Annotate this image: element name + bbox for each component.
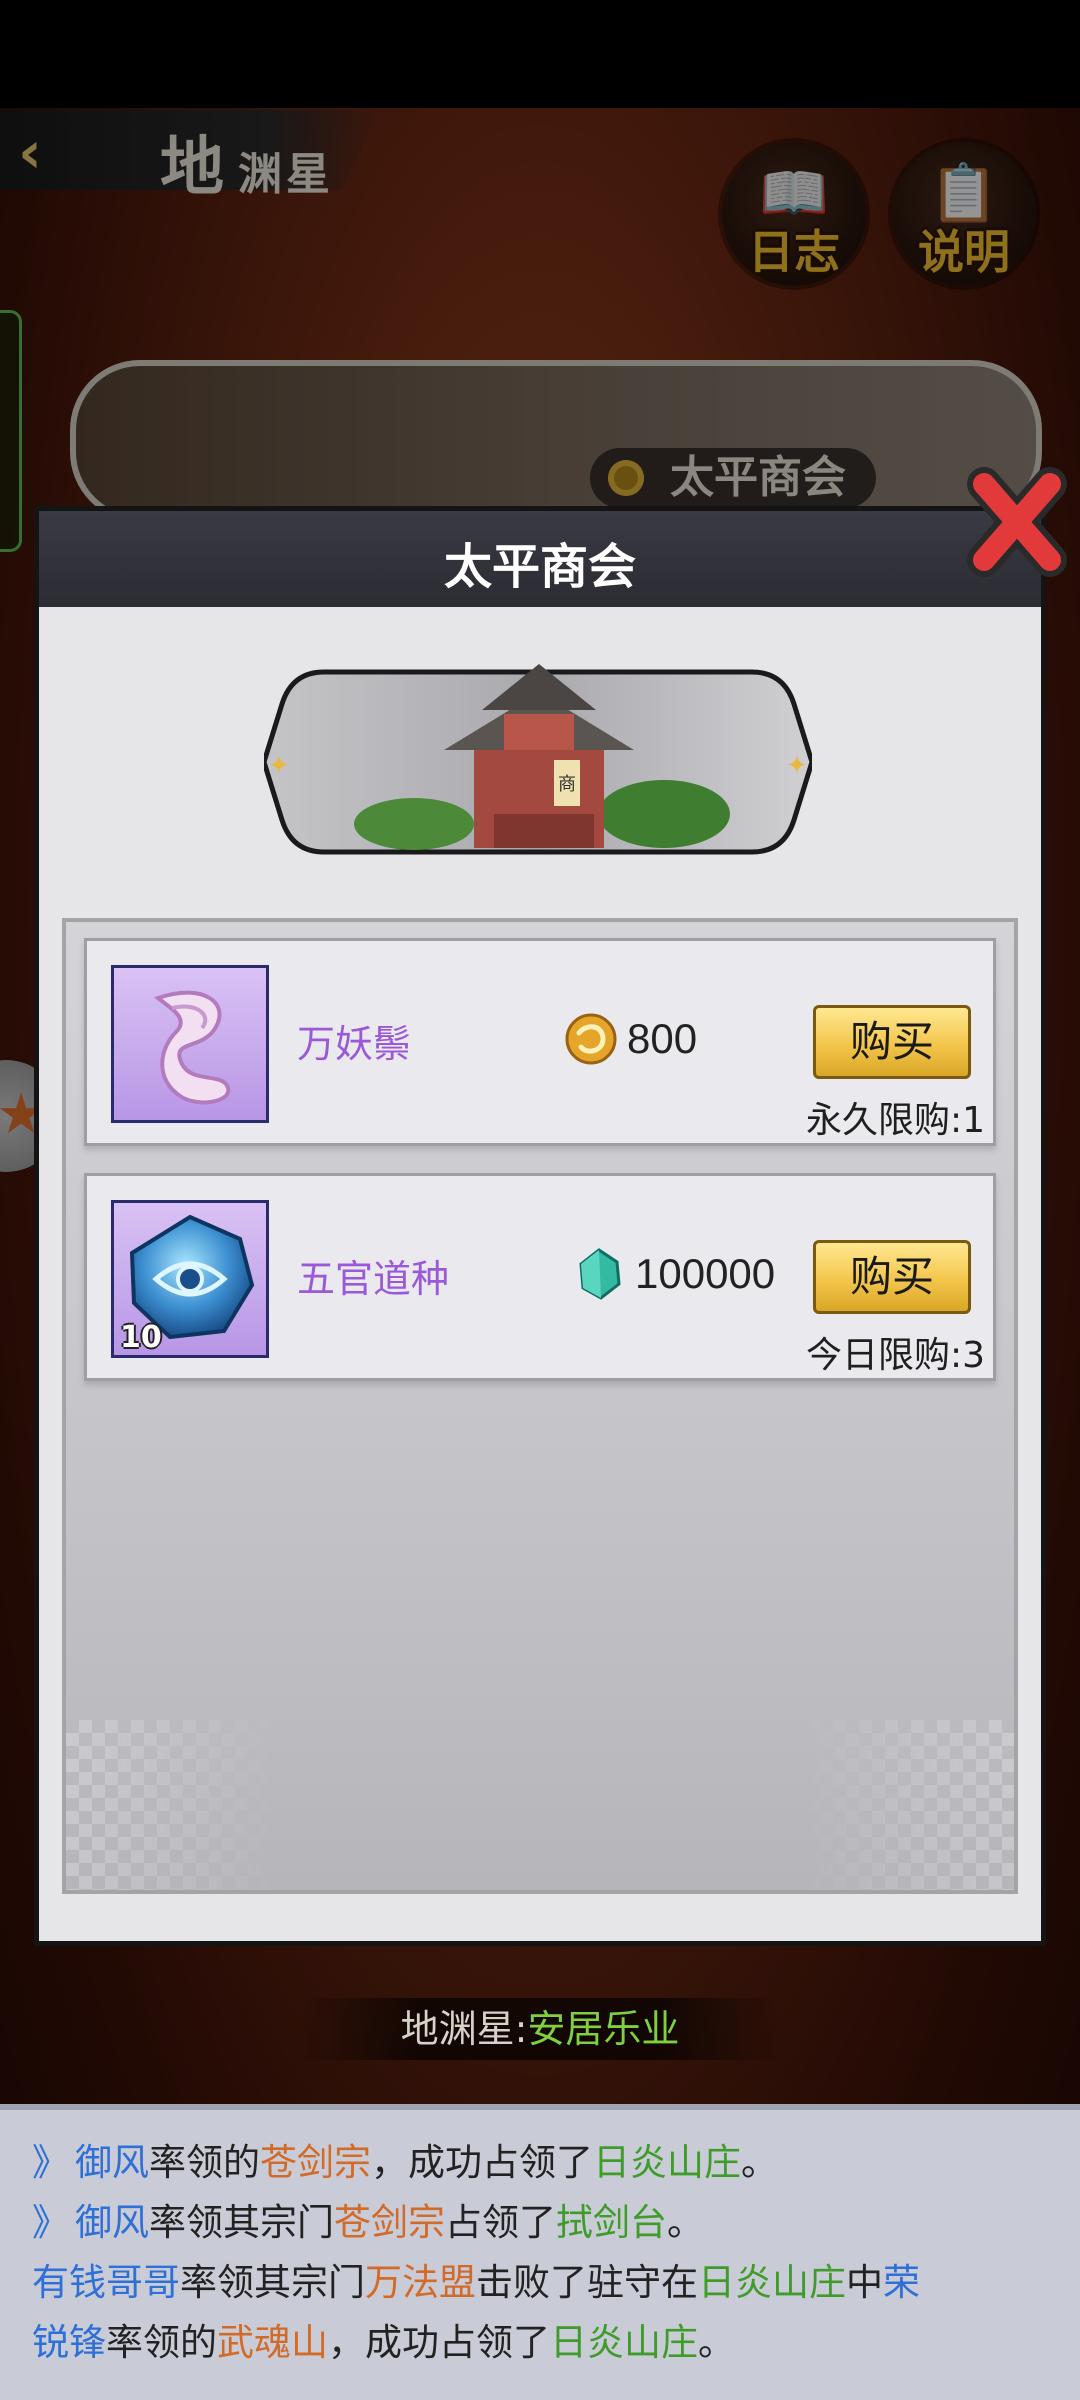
item-icon-slot[interactable] xyxy=(111,965,269,1123)
gold-coin-icon xyxy=(565,1013,617,1065)
log-text: 率领的 xyxy=(149,2141,260,2184)
log-text: 中 xyxy=(846,2261,883,2304)
log-text: 率领其宗门 xyxy=(180,2261,365,2304)
log-line: 有钱哥哥率领其宗门万法盟击败了驻守在日炎山庄中荣 xyxy=(32,2254,920,2312)
item-price-value: 800 xyxy=(627,1015,698,1062)
svg-text:✦: ✦ xyxy=(786,751,808,781)
log-text: ，成功占领了 xyxy=(328,2321,550,2364)
dialog-header: 太平商会 xyxy=(39,511,1041,607)
log-sect[interactable]: 万法盟 xyxy=(365,2261,476,2304)
log-name[interactable]: 锐锋 xyxy=(32,2321,106,2364)
close-x-icon xyxy=(967,467,1067,577)
svg-text:商: 商 xyxy=(558,774,576,795)
purchase-limit: 永久限购:1 xyxy=(805,1100,985,1141)
log-sect[interactable]: 苍剑宗 xyxy=(260,2141,371,2184)
log-line: 》御风率领其宗门苍剑宗占领了拭剑台。 xyxy=(32,2194,704,2252)
item-price-value: 100000 xyxy=(635,1250,776,1297)
log-place[interactable]: 日炎山庄 xyxy=(698,2261,846,2304)
log-text: ，成功占领了 xyxy=(371,2141,593,2184)
log-place[interactable]: 日炎山庄 xyxy=(593,2141,741,2184)
item-price: 800 xyxy=(563,1009,697,1069)
planet-status-prefix: 地渊星: xyxy=(400,2007,528,2051)
arrow-icon: 》 xyxy=(32,2141,69,2184)
log-name[interactable]: 荣 xyxy=(883,2261,920,2304)
item-icon-slot[interactable]: 10 xyxy=(111,1200,269,1358)
planet-status-value: 安居乐业 xyxy=(527,2007,680,2051)
log-line: 锐锋率领的武魂山，成功占领了日炎山庄。 xyxy=(32,2314,735,2372)
item-count: 10 xyxy=(120,1320,162,1355)
log-sect[interactable]: 苍剑宗 xyxy=(334,2201,445,2244)
log-text: 占领了 xyxy=(445,2201,556,2244)
log-text: 击败了驻守在 xyxy=(476,2261,698,2304)
log-text: 。 xyxy=(667,2201,704,2244)
event-log[interactable]: 》御风率领的苍剑宗，成功占领了日炎山庄。 》御风率领其宗门苍剑宗占领了拭剑台。 … xyxy=(0,2104,1080,2400)
log-line: 》御风率领的苍剑宗，成功占领了日炎山庄。 xyxy=(32,2134,778,2192)
shop-building-banner: ✦ ✦ 商 xyxy=(261,664,815,860)
item-price: 100000 xyxy=(571,1244,775,1304)
status-bar xyxy=(0,0,1080,108)
item-name: 五官道种 xyxy=(297,1257,450,1301)
planet-status: 地渊星:安居乐业 xyxy=(300,1998,780,2060)
log-name[interactable]: 御风 xyxy=(75,2201,149,2244)
purchase-limit: 今日限购:3 xyxy=(805,1335,985,1376)
log-place[interactable]: 拭剑台 xyxy=(556,2201,667,2244)
ribbon-mane-icon xyxy=(153,990,231,1105)
item-name: 万妖鬃 xyxy=(297,1022,412,1066)
shop-item-row: 万妖鬃 800 购买 永久限购:1 xyxy=(84,938,996,1146)
log-text: 。 xyxy=(741,2141,778,2184)
log-name[interactable]: 御风 xyxy=(75,2141,149,2184)
shop-item-row: 10 五官道种 100000 购买 今日限购:3 xyxy=(84,1173,996,1381)
buy-button[interactable]: 购买 xyxy=(813,1240,971,1314)
arrow-icon: 》 xyxy=(32,2201,69,2244)
log-place[interactable]: 日炎山庄 xyxy=(550,2321,698,2364)
close-button[interactable] xyxy=(962,462,1072,582)
merchant-building-icon: ✦ ✦ 商 xyxy=(261,664,815,855)
log-text: 率领其宗门 xyxy=(149,2201,334,2244)
svg-text:✦: ✦ xyxy=(268,751,290,781)
log-name[interactable]: 有钱哥哥 xyxy=(32,2261,180,2304)
dialog-title: 太平商会 xyxy=(443,539,636,595)
log-text: 率领的 xyxy=(106,2321,217,2364)
buy-button[interactable]: 购买 xyxy=(813,1005,971,1079)
log-text: 。 xyxy=(698,2321,735,2364)
log-sect[interactable]: 武魂山 xyxy=(217,2321,328,2364)
panel-pattern xyxy=(66,1720,1014,1890)
jade-crystal-icon xyxy=(579,1248,621,1300)
